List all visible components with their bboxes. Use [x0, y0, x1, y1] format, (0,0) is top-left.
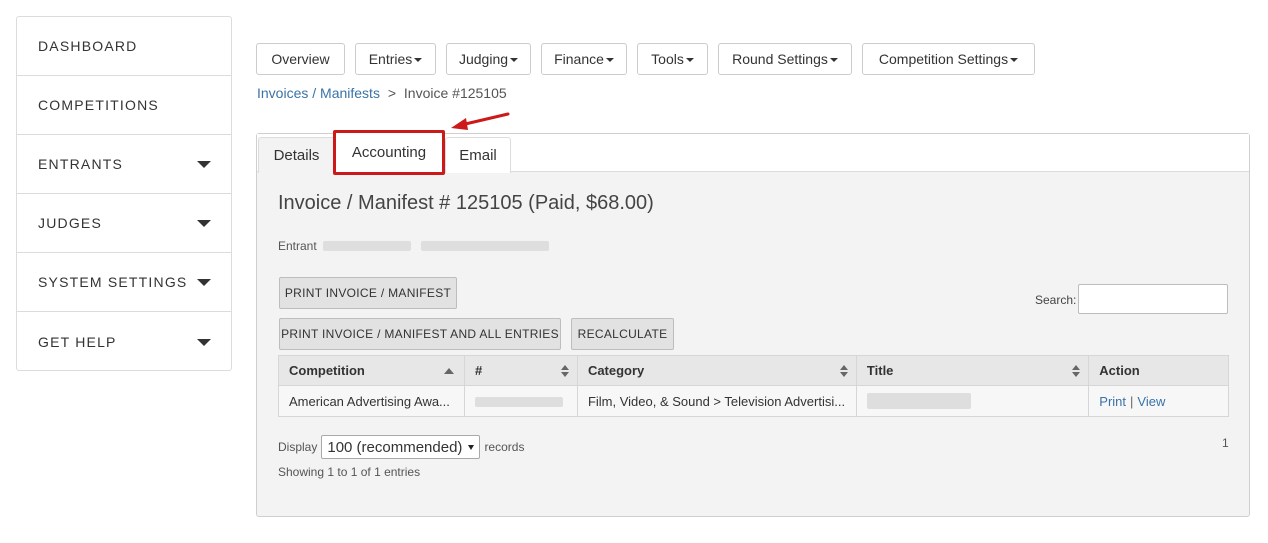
overview-button[interactable]: Overview	[256, 43, 345, 75]
caret-down-icon	[685, 58, 694, 62]
pagination-page-1[interactable]: 1	[1222, 436, 1229, 450]
sidebar-item-label: DASHBOARD	[38, 38, 138, 54]
column-header-number[interactable]: #	[463, 355, 578, 386]
column-label: #	[474, 363, 483, 378]
entries-menu-button[interactable]: Entries	[355, 43, 436, 75]
column-header-category[interactable]: Category	[576, 355, 857, 386]
sort-ascending-icon	[443, 367, 454, 374]
judging-menu-button[interactable]: Judging	[446, 43, 531, 75]
cell-action: Print | View	[1088, 385, 1229, 417]
cell-title	[855, 385, 1090, 417]
breadcrumb-link-invoices[interactable]: Invoices / Manifests	[257, 85, 380, 101]
search-input[interactable]	[1078, 284, 1228, 314]
button-label: RECALCULATE	[577, 327, 668, 341]
sidebar-item-label: SYSTEM SETTINGS	[38, 274, 188, 290]
sort-icon	[560, 364, 569, 377]
sidebar-item-competitions[interactable]: COMPETITIONS	[17, 76, 231, 135]
tab-email[interactable]: Email	[445, 137, 511, 173]
action-separator: |	[1130, 393, 1134, 409]
caret-down-icon	[197, 338, 211, 346]
caret-down-icon	[605, 58, 614, 62]
caret-down-icon	[197, 220, 211, 227]
sidebar-item-dashboard[interactable]: DASHBOARD	[17, 17, 231, 76]
cell-number	[463, 385, 578, 417]
breadcrumb: Invoices / Manifests > Invoice #125105	[257, 85, 507, 101]
display-records-control: Display 100 (recommended) records	[278, 435, 524, 459]
column-label: Category	[587, 363, 645, 378]
breadcrumb-current: Invoice #125105	[403, 85, 507, 101]
invoice-panel: Details Accounting Email Invoice / Manif…	[256, 130, 1250, 517]
print-link[interactable]: Print	[1099, 394, 1126, 409]
page-title: Invoice / Manifest # 125105 (Paid, $68.0…	[278, 192, 654, 214]
redacted-entrant-company	[420, 241, 549, 251]
display-label: Display	[278, 440, 318, 454]
sort-icon	[839, 364, 848, 377]
nav-label: Finance	[554, 51, 604, 67]
select-value: 100 (recommended)	[327, 438, 463, 456]
sidebar-item-system-settings[interactable]: SYSTEM SETTINGS	[17, 253, 231, 312]
tab-accounting[interactable]: Accounting	[333, 130, 445, 175]
tab-details[interactable]: Details	[258, 137, 335, 173]
records-label: records	[484, 440, 525, 454]
cell-competition: American Advertising Awa...	[278, 385, 465, 417]
tab-label: Email	[459, 147, 497, 164]
column-header-competition[interactable]: Competition	[278, 355, 465, 386]
caret-down-icon	[829, 58, 838, 62]
print-invoice-button[interactable]: PRINT INVOICE / MANIFEST	[279, 277, 457, 309]
print-all-entries-button[interactable]: PRINT INVOICE / MANIFEST AND ALL ENTRIES	[279, 318, 561, 350]
nav-label: Overview	[271, 51, 330, 67]
tab-label: Details	[273, 147, 320, 164]
nav-label: Competition Settings	[878, 51, 1009, 67]
tab-label: Accounting	[351, 144, 427, 161]
sidebar-item-label: COMPETITIONS	[38, 97, 159, 113]
entrant-label: Entrant	[278, 239, 317, 253]
caret-down-icon	[1010, 58, 1019, 62]
column-label: Title	[866, 363, 894, 378]
round-settings-menu-button[interactable]: Round Settings	[718, 43, 852, 75]
sidebar: DASHBOARD COMPETITIONS ENTRANTS JUDGES S…	[16, 16, 232, 371]
redacted-entry-title	[866, 393, 971, 410]
breadcrumb-separator: >	[387, 85, 397, 101]
table-row: American Advertising Awa... Film, Video,…	[278, 385, 1229, 417]
redacted-entry-number	[474, 397, 563, 408]
column-header-title[interactable]: Title	[855, 355, 1090, 386]
recalculate-button[interactable]: RECALCULATE	[571, 318, 674, 350]
caret-down-icon	[468, 444, 475, 450]
column-label: Competition	[289, 363, 365, 378]
view-link[interactable]: View	[1137, 394, 1165, 409]
caret-down-icon	[197, 161, 211, 168]
sidebar-item-label: ENTRANTS	[38, 156, 124, 172]
column-label: Action	[1099, 363, 1140, 378]
caret-down-icon	[510, 58, 519, 62]
search-label: Search:	[1035, 293, 1077, 307]
nav-label: Judging	[458, 51, 509, 67]
nav-label: Tools	[651, 51, 684, 67]
sidebar-item-judges[interactable]: JUDGES	[17, 194, 231, 253]
tools-menu-button[interactable]: Tools	[637, 43, 708, 75]
nav-label: Round Settings	[732, 51, 828, 67]
redacted-entrant-name	[322, 241, 411, 251]
showing-entries-text: Showing 1 to 1 of 1 entries	[278, 465, 421, 479]
column-header-action: Action	[1088, 355, 1229, 386]
sidebar-item-get-help[interactable]: GET HELP	[17, 312, 231, 371]
button-label: PRINT INVOICE / MANIFEST AND ALL ENTRIES	[281, 327, 559, 341]
records-per-page-select[interactable]: 100 (recommended)	[321, 435, 481, 459]
sidebar-item-label: JUDGES	[38, 215, 102, 231]
sort-icon	[1072, 364, 1081, 377]
finance-menu-button[interactable]: Finance	[541, 43, 627, 75]
entries-table: Competition # Category Title Action Amer…	[278, 355, 1229, 417]
competition-settings-menu-button[interactable]: Competition Settings	[862, 43, 1035, 75]
caret-down-icon	[197, 279, 211, 286]
cell-category: Film, Video, & Sound > Television Advert…	[576, 385, 857, 417]
nav-label: Entries	[368, 51, 413, 67]
sidebar-item-entrants[interactable]: ENTRANTS	[17, 135, 231, 194]
button-label: PRINT INVOICE / MANIFEST	[284, 286, 452, 300]
sidebar-item-label: GET HELP	[38, 333, 117, 350]
entrant-row: Entrant	[278, 239, 549, 253]
caret-down-icon	[414, 58, 423, 62]
